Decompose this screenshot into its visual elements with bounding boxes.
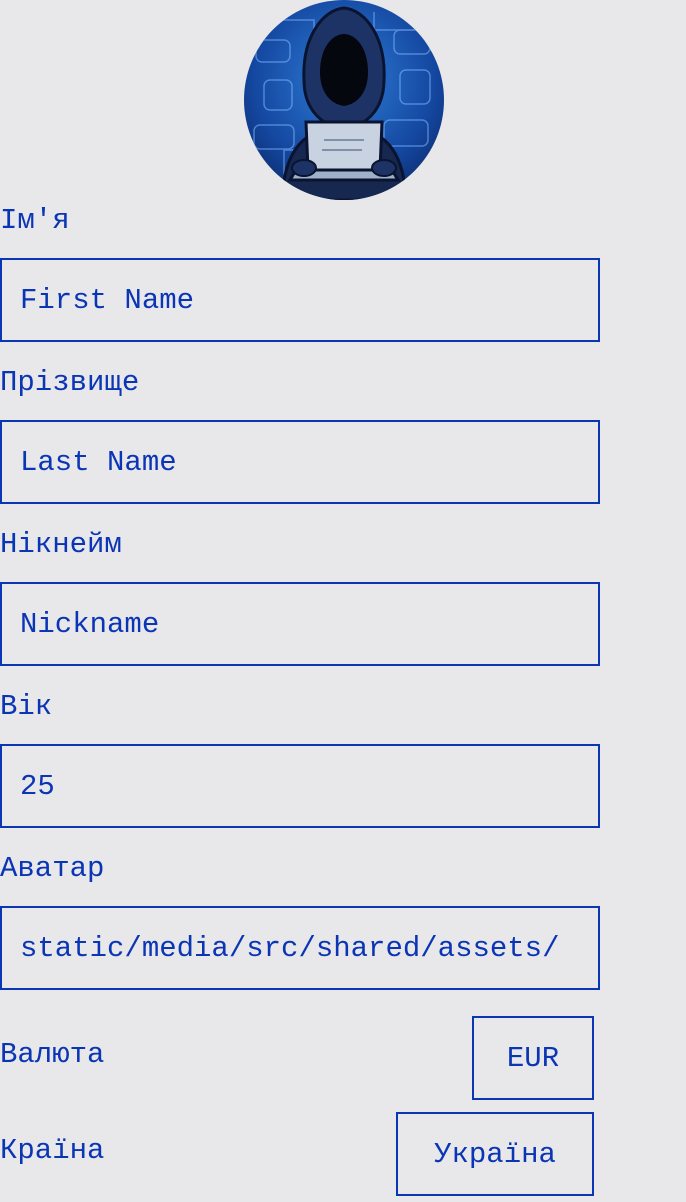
country-select[interactable]: Україна xyxy=(396,1112,594,1196)
last-name-input[interactable] xyxy=(0,420,600,504)
hacker-avatar-icon xyxy=(244,0,444,200)
age-label: Вік xyxy=(0,690,53,723)
first-name-input[interactable] xyxy=(0,258,600,342)
avatar-label: Аватар xyxy=(0,852,105,885)
country-label: Країна xyxy=(0,1134,105,1167)
nickname-label: Нікнейм xyxy=(0,528,122,561)
avatar xyxy=(244,0,444,200)
country-selected-value: Україна xyxy=(434,1137,556,1171)
currency-select[interactable]: EUR xyxy=(472,1016,594,1100)
age-input[interactable] xyxy=(0,744,600,828)
nickname-input[interactable] xyxy=(0,582,600,666)
first-name-label: Ім'я xyxy=(0,204,70,237)
currency-label: Валюта xyxy=(0,1038,105,1071)
last-name-label: Прізвище xyxy=(0,366,140,399)
currency-selected-value: EUR xyxy=(506,1041,560,1075)
avatar-path-input[interactable] xyxy=(0,906,600,990)
